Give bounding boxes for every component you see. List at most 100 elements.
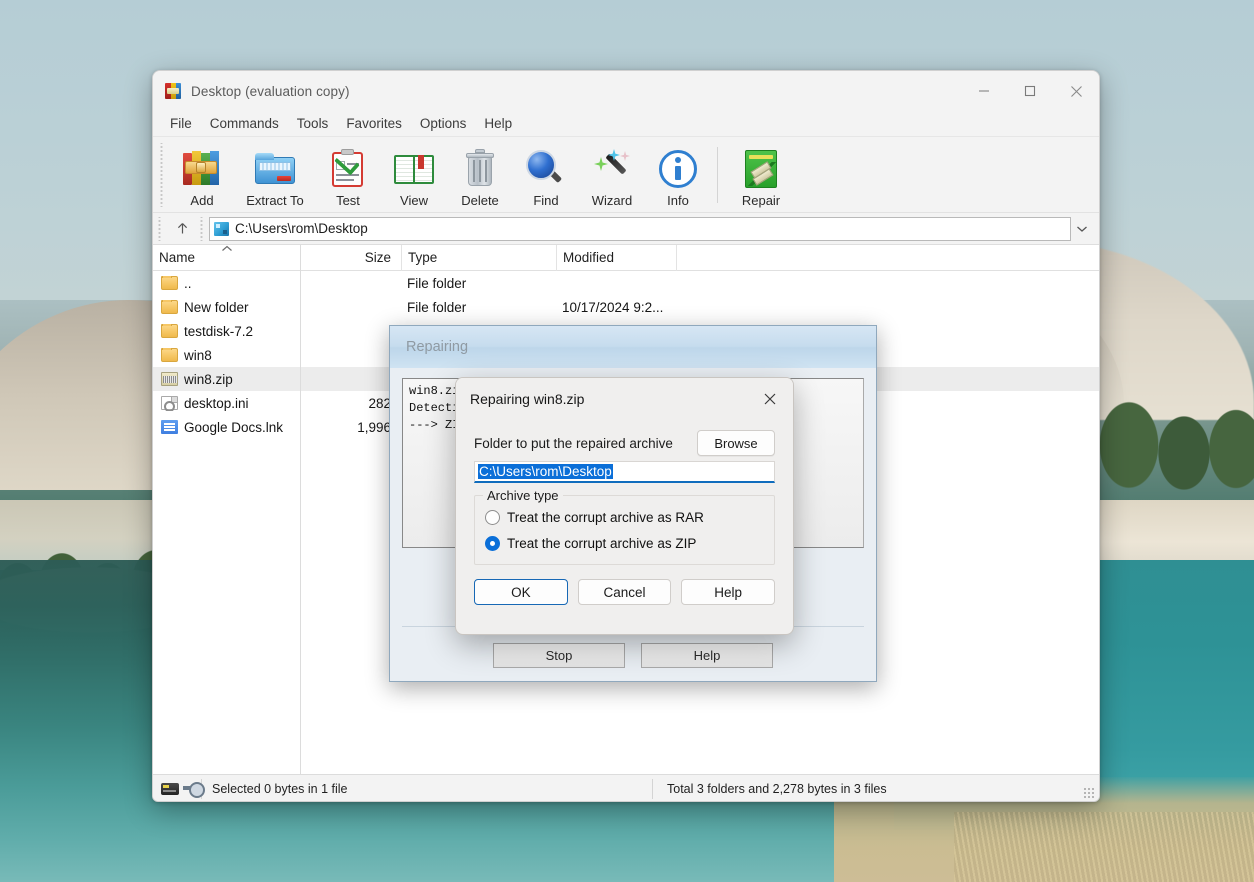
menu-tools[interactable]: Tools bbox=[288, 113, 338, 134]
menu-commands[interactable]: Commands bbox=[201, 113, 288, 134]
browse-button[interactable]: Browse bbox=[697, 430, 775, 456]
folder-icon bbox=[161, 348, 178, 362]
toolbar-button-wizard[interactable]: Wizard bbox=[579, 143, 645, 208]
details-column-headers: Size Type Modified bbox=[301, 245, 1099, 271]
address-bar-grip[interactable] bbox=[157, 217, 163, 241]
delete-trash-icon bbox=[458, 147, 502, 191]
repairing-dialog-titlebar[interactable]: Repairing bbox=[390, 326, 876, 368]
drive-icon bbox=[161, 783, 179, 795]
maximize-icon[interactable] bbox=[1007, 71, 1053, 111]
file-size-cell: 282 bbox=[301, 396, 401, 411]
table-row[interactable]: desktop.ini bbox=[153, 391, 300, 415]
help-button[interactable]: Help bbox=[681, 579, 775, 605]
main-toolbar: Add Extract To Test View bbox=[153, 137, 1099, 213]
ok-button[interactable]: OK bbox=[474, 579, 568, 605]
radio-rar-icon[interactable] bbox=[485, 510, 500, 525]
cancel-button[interactable]: Cancel bbox=[578, 579, 672, 605]
table-row[interactable]: File folder 10/17/2024 9:2... bbox=[301, 295, 1099, 319]
folder-icon bbox=[161, 324, 178, 338]
radio-option-zip[interactable]: Treat the corrupt archive as ZIP bbox=[485, 532, 764, 554]
column-header-name[interactable]: Name bbox=[153, 245, 300, 271]
wizard-wand-icon bbox=[590, 147, 634, 191]
repairing-help-button[interactable]: Help bbox=[641, 643, 773, 668]
toolbar-button-info[interactable]: Info bbox=[645, 143, 711, 208]
status-separator-2 bbox=[652, 779, 653, 799]
radio-option-rar[interactable]: Treat the corrupt archive as RAR bbox=[485, 506, 764, 528]
close-icon[interactable] bbox=[1053, 71, 1099, 111]
file-modified-cell: 10/17/2024 9:2... bbox=[556, 300, 706, 315]
menu-file[interactable]: File bbox=[161, 113, 201, 134]
column-header-type[interactable]: Type bbox=[401, 245, 556, 271]
toolbar-button-add[interactable]: Add bbox=[169, 143, 235, 208]
chevron-down-icon[interactable] bbox=[1071, 225, 1093, 233]
address-input[interactable]: C:\Users\rom\Desktop bbox=[209, 217, 1071, 241]
status-bar-icons bbox=[153, 782, 201, 795]
column-header-modified[interactable]: Modified bbox=[556, 245, 676, 271]
column-header-size[interactable]: Size bbox=[301, 245, 401, 271]
toolbar-button-view[interactable]: View bbox=[381, 143, 447, 208]
toolbar-button-find[interactable]: Find bbox=[513, 143, 579, 208]
resize-grip-icon[interactable] bbox=[1083, 787, 1095, 799]
toolbar-button-repair[interactable]: Repair bbox=[728, 143, 794, 208]
file-name-label: Google Docs.lnk bbox=[184, 420, 283, 435]
folder-path-input[interactable]: C:\Users\rom\Desktop bbox=[474, 461, 775, 483]
archive-type-group-title: Archive type bbox=[483, 488, 563, 503]
add-archive-icon bbox=[180, 147, 224, 191]
table-row[interactable]: Google Docs.lnk bbox=[153, 415, 300, 439]
toolbar-label-view: View bbox=[400, 193, 428, 208]
file-name-label: win8.zip bbox=[184, 372, 233, 387]
table-row[interactable]: testdisk-7.2 bbox=[153, 319, 300, 343]
file-name-cell: .. bbox=[153, 276, 300, 291]
table-row[interactable]: File folder bbox=[301, 271, 1099, 295]
folder-icon bbox=[161, 276, 178, 290]
close-icon[interactable] bbox=[753, 384, 787, 414]
file-name-label: New folder bbox=[184, 300, 249, 315]
menu-options[interactable]: Options bbox=[411, 113, 476, 134]
toolbar-label-delete: Delete bbox=[461, 193, 499, 208]
file-type-cell: File folder bbox=[401, 300, 556, 315]
menu-help[interactable]: Help bbox=[475, 113, 521, 134]
radio-zip-icon[interactable] bbox=[485, 536, 500, 551]
desktop-wallpaper: Desktop (evaluation copy) File Commands … bbox=[0, 0, 1254, 882]
find-magnifier-icon bbox=[524, 147, 568, 191]
extract-to-folder-icon bbox=[253, 147, 297, 191]
table-row-selected[interactable]: win8.zip bbox=[153, 367, 300, 391]
table-row[interactable]: .. bbox=[153, 271, 300, 295]
repair-dialog-buttons: OK Cancel Help bbox=[456, 565, 793, 605]
toolbar-button-test[interactable]: Test bbox=[315, 143, 381, 208]
toolbar-grip[interactable] bbox=[159, 143, 165, 207]
file-name-label: .. bbox=[184, 276, 192, 291]
folder-label: Folder to put the repaired archive bbox=[474, 436, 673, 451]
repair-dialog-titlebar[interactable]: Repairing win8.zip bbox=[456, 378, 793, 420]
repair-dialog-body: Folder to put the repaired archive Brows… bbox=[456, 420, 793, 565]
toolbar-button-delete[interactable]: Delete bbox=[447, 143, 513, 208]
info-circle-icon bbox=[656, 147, 700, 191]
stop-button[interactable]: Stop bbox=[493, 643, 625, 668]
archive-type-group: Archive type Treat the corrupt archive a… bbox=[474, 495, 775, 565]
name-column-headers: Name bbox=[153, 245, 300, 271]
file-name-cell: New folder bbox=[153, 300, 300, 315]
folder-path-value: C:\Users\rom\Desktop bbox=[478, 464, 613, 479]
minimize-icon[interactable] bbox=[961, 71, 1007, 111]
toolbar-label-extract-to: Extract To bbox=[246, 193, 304, 208]
name-column-pane: Name .. bbox=[153, 245, 301, 774]
window-controls bbox=[961, 71, 1099, 111]
menu-favorites[interactable]: Favorites bbox=[337, 113, 411, 134]
toolbar-label-wizard: Wizard bbox=[592, 193, 632, 208]
ini-file-icon bbox=[161, 396, 178, 410]
sort-ascending-icon bbox=[221, 243, 233, 255]
repair-icon bbox=[739, 147, 783, 191]
toolbar-label-find: Find bbox=[533, 193, 558, 208]
address-field-grip[interactable] bbox=[199, 217, 205, 241]
toolbar-button-extract-to[interactable]: Extract To bbox=[235, 143, 315, 208]
window-title: Desktop (evaluation copy) bbox=[191, 84, 350, 99]
file-name-label: desktop.ini bbox=[184, 396, 249, 411]
table-row[interactable]: win8 bbox=[153, 343, 300, 367]
address-bar: C:\Users\rom\Desktop bbox=[153, 213, 1099, 245]
wallpaper-grass-texture bbox=[954, 812, 1254, 882]
table-row[interactable]: New folder bbox=[153, 295, 300, 319]
window-titlebar[interactable]: Desktop (evaluation copy) bbox=[153, 71, 1099, 111]
menubar: File Commands Tools Favorites Options He… bbox=[153, 111, 1099, 137]
desktop-folder-icon bbox=[214, 222, 229, 236]
up-arrow-icon[interactable] bbox=[167, 216, 197, 242]
